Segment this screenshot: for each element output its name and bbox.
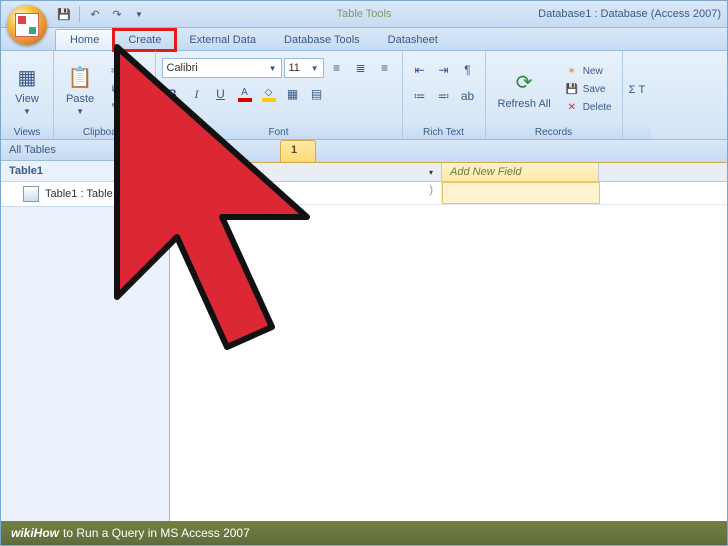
separator <box>79 6 80 22</box>
group-clipboard: 📋 Paste ▼ ✂Cut ⧉Cop ✎For Clipboard <box>54 51 156 139</box>
wikihow-watermark: wikiHow to Run a Query in MS Access 2007 <box>1 521 727 545</box>
copy-icon: ⧉ <box>108 83 122 97</box>
paste-button[interactable]: 📋 Paste ▼ <box>60 61 100 118</box>
redo-icon[interactable]: ↷ <box>108 5 126 23</box>
nav-group: Table1 Table1 : Table <box>1 161 169 207</box>
title-center: Table Tools <box>337 8 392 20</box>
add-new-field-column[interactable]: Add New Field <box>442 163 599 181</box>
fill-color-button[interactable]: ◇ <box>258 83 280 105</box>
new-field-cell[interactable] <box>442 182 600 204</box>
highlight-icon[interactable]: ab <box>457 85 479 107</box>
font-name-combo[interactable]: Calibri▼ <box>162 58 282 78</box>
chevron-down-icon: ▼ <box>269 64 277 73</box>
document-tabs: 1 <box>170 140 727 163</box>
font-size-combo[interactable]: 11▼ <box>284 58 324 78</box>
group-rich-text: ⇤ ⇥ ¶ ≔ ≕ ab Rich Text <box>403 51 486 139</box>
group-label-views: Views <box>1 126 53 139</box>
numbering-icon[interactable]: ≕ <box>433 85 455 107</box>
align-center-icon[interactable]: ≣ <box>350 57 372 79</box>
italic-button[interactable]: I <box>186 83 208 105</box>
tab-external-data[interactable]: External Data <box>175 30 270 50</box>
group-label-empty <box>623 126 652 139</box>
new-record-button[interactable]: ✶New <box>561 64 616 80</box>
new-row-indicator-icon: * <box>170 182 191 204</box>
decrease-indent-icon[interactable]: ⇤ <box>409 59 431 81</box>
document-tab-table1[interactable]: 1 <box>280 140 316 162</box>
paste-label: Paste <box>66 93 94 105</box>
nav-header[interactable]: All Tables ▼ « <box>1 140 169 161</box>
office-button[interactable] <box>7 5 47 45</box>
chevron-down-icon: ▼ « <box>146 146 161 155</box>
view-button[interactable]: ▦ View ▼ <box>7 61 47 118</box>
delete-icon: ✕ <box>565 101 579 115</box>
copy-button[interactable]: ⧉Cop <box>104 82 148 98</box>
datasheet: ▾ Add New Field * ) <box>170 163 727 205</box>
refresh-all-button[interactable]: ⟳ Refresh All <box>492 66 557 112</box>
totals-label[interactable]: Σ T <box>629 84 646 96</box>
window-title: Database1 : Database (Access 2007) <box>538 8 721 20</box>
alt-row-button[interactable]: ▤ <box>306 83 328 105</box>
ribbon: ▦ View ▼ Views 📋 Paste ▼ ✂Cut ⧉Cop ✎For <box>1 51 727 140</box>
app-window: 💾 ↶ ↷ ▼ Table Tools Database1 : Database… <box>0 0 728 546</box>
watermark-text: to Run a Query in MS Access 2007 <box>63 526 250 540</box>
group-views: ▦ View ▼ Views <box>1 51 54 139</box>
save-icon: 💾 <box>565 83 579 97</box>
chevron-down-icon: ▼ <box>23 107 31 116</box>
column-header-id[interactable]: ▾ <box>191 163 442 181</box>
cut-icon: ✂ <box>108 65 122 79</box>
navigation-pane: All Tables ▼ « Table1 Table1 : Table <box>1 140 170 522</box>
tab-datasheet[interactable]: Datasheet <box>374 30 452 50</box>
increase-indent-icon[interactable]: ⇥ <box>433 59 455 81</box>
refresh-icon: ⟳ <box>510 68 538 96</box>
ribbon-tabs: Home Create External Data Database Tools… <box>1 28 727 51</box>
watermark-brand: wikiHow <box>11 526 59 540</box>
cell[interactable]: ) <box>191 182 442 202</box>
title-bar: 💾 ↶ ↷ ▼ Table Tools Database1 : Database… <box>1 1 727 28</box>
undo-icon[interactable]: ↶ <box>86 5 104 23</box>
qat-dropdown-icon[interactable]: ▼ <box>130 5 148 23</box>
datasheet-new-row[interactable]: * ) <box>170 182 727 205</box>
format-painter-button[interactable]: ✎For <box>104 100 148 116</box>
font-color-button[interactable]: A <box>234 83 256 105</box>
group-totals: Σ T <box>623 51 652 139</box>
group-label-records: Records <box>486 126 622 139</box>
view-icon: ▦ <box>13 63 41 91</box>
contextual-tab-title: Table Tools <box>337 8 392 20</box>
table-icon <box>23 186 39 202</box>
content-area: 1 ▾ Add New Field * ) <box>170 140 727 522</box>
group-label-clipboard: Clipboard <box>54 126 155 139</box>
cut-button[interactable]: ✂Cut <box>104 64 148 80</box>
quick-access-toolbar: 💾 ↶ ↷ ▼ <box>55 5 148 23</box>
align-left-icon[interactable]: ≡ <box>326 57 348 79</box>
group-label-rich-text: Rich Text <box>403 126 485 139</box>
bullets-icon[interactable]: ≔ <box>409 85 431 107</box>
delete-record-button[interactable]: ✕Delete <box>561 100 616 116</box>
workspace: All Tables ▼ « Table1 Table1 : Table 1 ▾… <box>1 140 727 522</box>
chevron-down-icon: ▼ <box>76 107 84 116</box>
paste-icon: 📋 <box>66 63 94 91</box>
view-label: View <box>15 93 39 105</box>
bold-button[interactable]: B <box>162 83 184 105</box>
gridlines-button[interactable]: ▦ <box>282 83 304 105</box>
tab-database-tools[interactable]: Database Tools <box>270 30 374 50</box>
tab-home[interactable]: Home <box>55 29 114 50</box>
group-label-font: Font <box>156 126 402 139</box>
new-icon: ✶ <box>565 65 579 79</box>
select-all-cell[interactable] <box>170 163 191 181</box>
underline-button[interactable]: U <box>210 83 232 105</box>
align-right-icon[interactable]: ≡ <box>374 57 396 79</box>
chevron-down-icon: ▼ <box>311 64 319 73</box>
datasheet-header-row: ▾ Add New Field <box>170 163 727 182</box>
save-icon[interactable]: 💾 <box>55 5 73 23</box>
ltr-icon[interactable]: ¶ <box>457 59 479 81</box>
tab-create[interactable]: Create <box>114 30 175 50</box>
group-font: Calibri▼ 11▼ ≡ ≣ ≡ B I U A ◇ ▦ ▤ Font <box>156 51 403 139</box>
nav-group-header[interactable]: Table1 <box>1 161 169 182</box>
group-records: ⟳ Refresh All ✶New 💾Save ✕Delete Records <box>486 51 623 139</box>
chevron-down-icon: ▾ <box>429 168 433 177</box>
nav-item-table1[interactable]: Table1 : Table <box>1 182 169 206</box>
save-record-button[interactable]: 💾Save <box>561 82 616 98</box>
refresh-label: Refresh All <box>498 98 551 110</box>
format-painter-icon: ✎ <box>108 101 122 115</box>
